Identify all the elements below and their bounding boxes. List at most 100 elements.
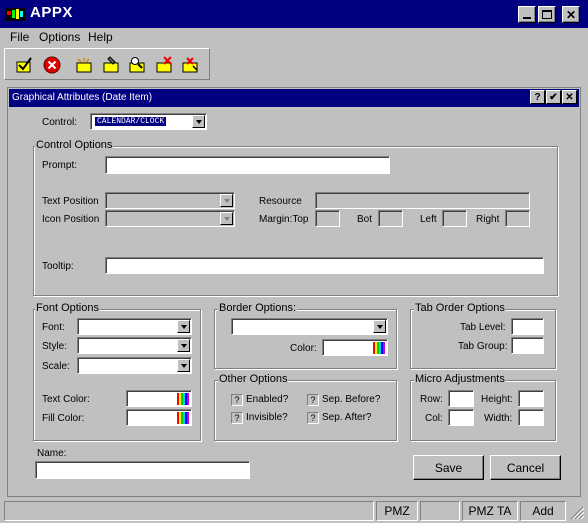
cancel-icon xyxy=(43,56,61,74)
style-select[interactable] xyxy=(77,337,192,354)
minimize-icon xyxy=(523,17,531,19)
close-icon: ✕ xyxy=(565,7,577,22)
control-select[interactable]: CALENDAR/CLOCK xyxy=(90,113,207,130)
margin-top-label: Margin:Top xyxy=(259,214,309,225)
search-folder-icon xyxy=(129,57,145,73)
chevron-down-icon[interactable] xyxy=(220,212,233,225)
chevron-down-icon[interactable] xyxy=(373,320,386,333)
menu-options[interactable]: Options xyxy=(39,30,80,44)
close-icon: ✕ xyxy=(565,91,574,103)
toolbar-cancel-button[interactable] xyxy=(41,54,63,76)
width-input[interactable] xyxy=(518,409,544,426)
resource-input[interactable] xyxy=(315,192,530,209)
status-panel-2: PMZ TA xyxy=(462,501,518,521)
other-options-title: Other Options xyxy=(218,373,289,385)
invisible-checkbox[interactable]: ? xyxy=(231,412,243,424)
close-button[interactable]: ✕ xyxy=(562,6,580,23)
height-input[interactable] xyxy=(518,390,544,407)
scale-select[interactable] xyxy=(77,357,192,374)
col-input[interactable] xyxy=(448,409,474,426)
dialog-ok-button[interactable]: ✔ xyxy=(546,90,561,104)
tab-order-title: Tab Order Options xyxy=(414,302,506,314)
margin-bot-label: Bot xyxy=(357,214,373,225)
control-label: Control: xyxy=(42,117,78,128)
other-options-group: Other Options xyxy=(214,373,397,441)
menu-file[interactable]: File xyxy=(10,30,29,44)
border-style-select[interactable] xyxy=(231,318,388,335)
icon-position-label: Icon Position xyxy=(42,214,100,225)
cancel-edit-folder-icon xyxy=(182,57,198,73)
border-color-label: Color: xyxy=(290,343,317,354)
tab-level-label: Tab Level: xyxy=(460,322,506,333)
resize-grip-icon[interactable] xyxy=(568,505,585,521)
icon-position-select[interactable] xyxy=(105,210,235,227)
border-color-input[interactable] xyxy=(322,339,388,356)
toolbar-ok-button[interactable] xyxy=(13,54,35,76)
chevron-down-icon[interactable] xyxy=(177,339,190,352)
menu-bar: File Options Help xyxy=(0,28,588,46)
maximize-icon xyxy=(542,10,552,19)
status-panel-empty xyxy=(420,501,460,521)
text-position-label: Text Position xyxy=(42,196,99,207)
menu-help[interactable]: Help xyxy=(88,30,113,44)
enabled-checkbox[interactable]: ? xyxy=(231,394,243,406)
col-label: Col: xyxy=(425,413,443,424)
chevron-down-icon[interactable] xyxy=(192,115,205,128)
dialog-close-button[interactable]: ✕ xyxy=(562,90,577,104)
sep-before-checkbox[interactable]: ? xyxy=(307,394,319,406)
dialog-title: Graphical Attributes (Date Item) xyxy=(12,92,153,103)
font-select[interactable] xyxy=(77,318,192,335)
fill-color-label: Fill Color: xyxy=(42,413,85,424)
height-label: Height: xyxy=(481,394,513,405)
edit-folder-icon xyxy=(103,56,119,73)
row-input[interactable] xyxy=(448,390,474,407)
chevron-down-icon[interactable] xyxy=(177,320,190,333)
invisible-label: Invisible? xyxy=(246,412,288,423)
color-palette-icon[interactable] xyxy=(373,342,385,354)
font-options-title: Font Options xyxy=(35,302,100,314)
text-position-select[interactable] xyxy=(105,192,235,209)
tooltip-label: Tooltip: xyxy=(42,261,74,272)
toolbar-edit-button[interactable] xyxy=(100,54,122,76)
margin-top-input[interactable] xyxy=(315,210,340,227)
margin-bot-input[interactable] xyxy=(378,210,403,227)
enabled-label: Enabled? xyxy=(246,394,289,405)
name-input[interactable] xyxy=(35,461,250,479)
control-select-value: CALENDAR/CLOCK xyxy=(95,117,167,126)
fill-color-input[interactable] xyxy=(126,409,192,426)
appx-logo-icon xyxy=(5,8,25,21)
scale-label: Scale: xyxy=(42,361,70,372)
tab-group-input[interactable] xyxy=(511,337,544,354)
resize-grip-svg xyxy=(570,506,585,521)
toolbar-new-button[interactable] xyxy=(73,54,95,76)
tab-level-input[interactable] xyxy=(511,318,544,335)
margin-right-label: Right xyxy=(476,214,500,225)
toolbar-cancel-edit-button[interactable] xyxy=(179,54,201,76)
toolbar-find-button[interactable] xyxy=(126,54,148,76)
save-button[interactable]: Save xyxy=(413,455,484,480)
delete-folder-icon xyxy=(156,56,172,73)
checkmark-document-icon xyxy=(16,57,32,73)
sep-after-checkbox[interactable]: ? xyxy=(307,412,319,424)
cancel-button[interactable]: Cancel xyxy=(490,455,561,480)
prompt-input[interactable] xyxy=(105,156,390,174)
dialog-title-bar: Graphical Attributes (Date Item) ? ✔ ✕ xyxy=(9,89,579,107)
maximize-button[interactable] xyxy=(538,6,556,23)
status-message xyxy=(4,501,374,521)
new-folder-icon xyxy=(76,58,92,73)
margin-right-input[interactable] xyxy=(505,210,530,227)
chevron-down-icon[interactable] xyxy=(177,359,190,372)
color-palette-icon[interactable] xyxy=(177,412,189,424)
margin-left-input[interactable] xyxy=(442,210,467,227)
resource-label: Resource xyxy=(259,196,302,207)
toolbar-delete-button[interactable] xyxy=(153,54,175,76)
color-palette-icon[interactable] xyxy=(177,393,189,405)
text-color-input[interactable] xyxy=(126,390,192,407)
dialog-help-button[interactable]: ? xyxy=(530,90,545,104)
checkmark-icon: ✔ xyxy=(549,91,558,103)
minimize-button[interactable] xyxy=(518,6,536,23)
chevron-down-icon[interactable] xyxy=(220,194,233,207)
toolbar xyxy=(4,48,210,80)
tooltip-input[interactable] xyxy=(105,257,544,274)
name-label: Name: xyxy=(37,448,67,459)
